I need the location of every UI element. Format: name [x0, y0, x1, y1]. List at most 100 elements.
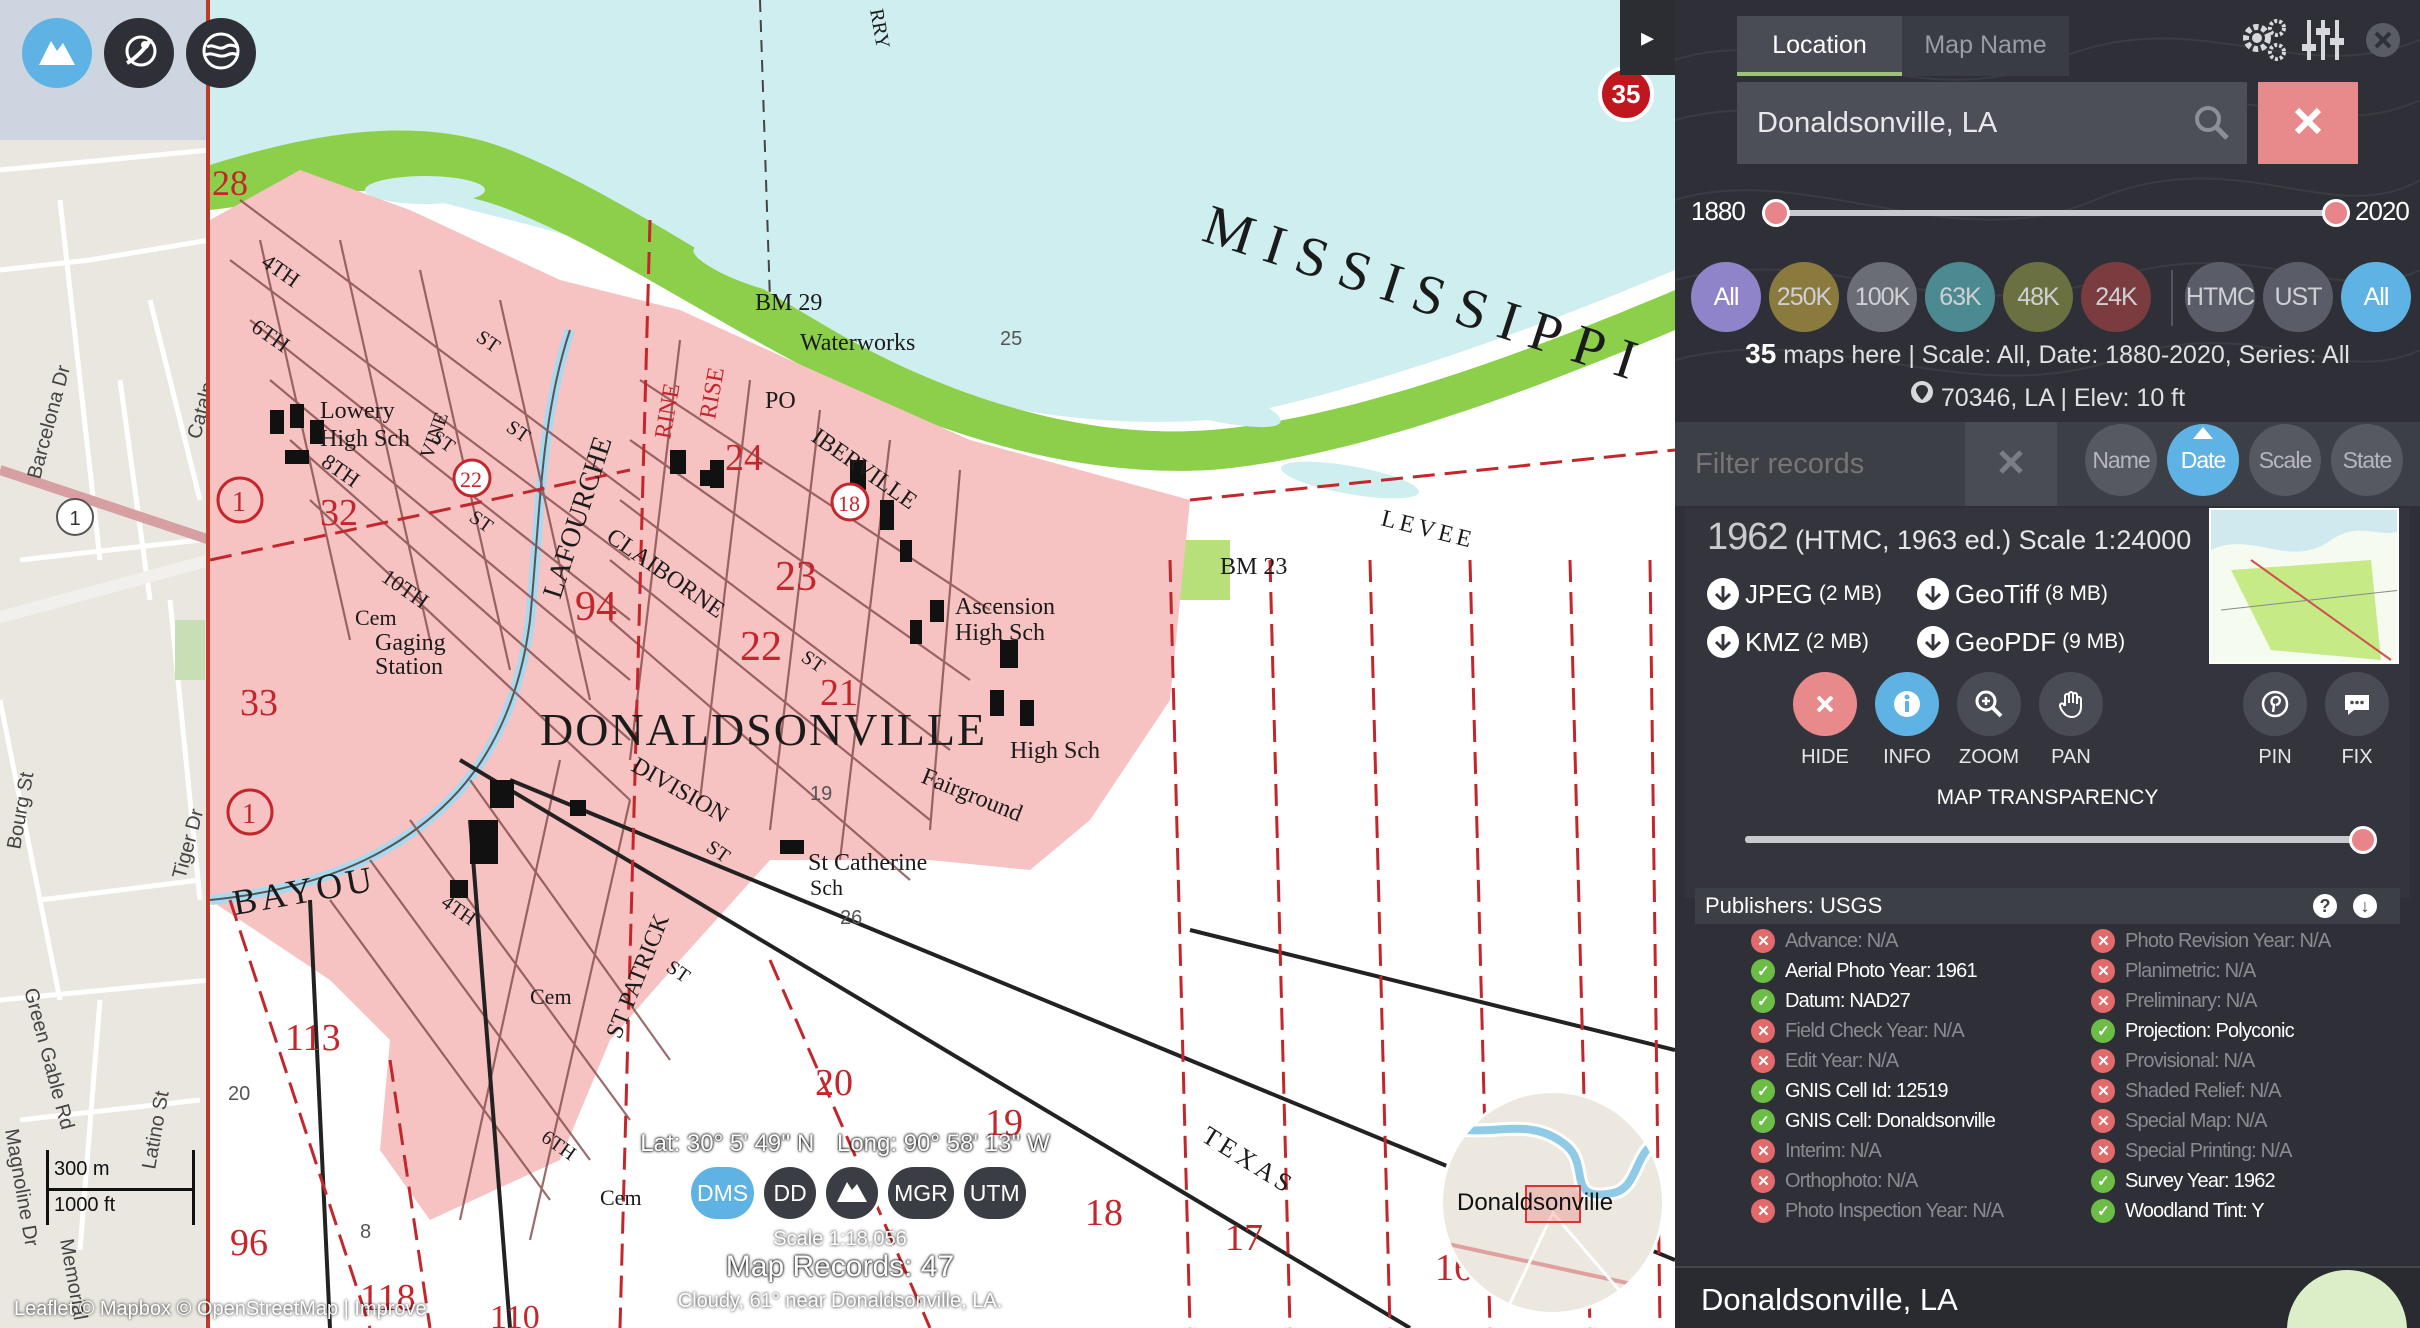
transparency-handle[interactable]	[2349, 826, 2377, 854]
record-year: 1962	[1707, 516, 1789, 558]
pan-button[interactable]: PAN	[2039, 672, 2103, 769]
overview-minimap[interactable]: Donaldsonville	[1440, 1090, 1665, 1315]
metadata-row: ✕ Photo Revision Year: N/A	[2091, 926, 2331, 956]
cross-icon: ✕	[2091, 929, 2115, 953]
weather-readout: Cloudy, 61° near Donaldsonville, LA.	[677, 1290, 1003, 1312]
dms-button[interactable]: DMS	[688, 1164, 758, 1222]
road-label: Catalpa	[184, 368, 210, 441]
clear-filter-button[interactable]	[1965, 422, 2057, 506]
metadata-row: ✕ Orthophoto: N/A	[1751, 1166, 2003, 1196]
metadata-text: Special Map: N/A	[2125, 1109, 2268, 1132]
download-icon	[1917, 578, 1949, 610]
sort-ascending-icon	[2193, 427, 2213, 439]
section-number: 28	[212, 163, 248, 203]
settings-button[interactable]	[2237, 14, 2289, 66]
filter-records-input[interactable]	[1695, 422, 1960, 506]
cross-icon: ✕	[2091, 1079, 2115, 1103]
download-kmz[interactable]: KMZ (2 MB)	[1707, 626, 1869, 658]
dd-button[interactable]: DD	[761, 1164, 820, 1222]
map-attribution[interactable]: Leaflet © Mapbox © OpenStreetMap | Impro…	[14, 1298, 427, 1321]
metadata-text: Field Check Year: N/A	[1785, 1019, 1965, 1042]
scale-filter-all[interactable]: All	[1691, 262, 1761, 332]
clear-search-button[interactable]	[2258, 82, 2358, 164]
scale-filter-100k[interactable]: 100K	[1847, 262, 1917, 332]
map-label: Station	[375, 654, 443, 680]
fix-button[interactable]: FIX	[2325, 672, 2389, 769]
metadata-row: ✕ Special Map: N/A	[2091, 1106, 2330, 1136]
filters-button[interactable]	[2297, 14, 2349, 66]
topo-layer-button[interactable]	[22, 18, 92, 88]
sort-by-state[interactable]: State	[2331, 424, 2403, 496]
download-size: (2 MB)	[1818, 582, 1882, 605]
download-geotiff[interactable]: GeoTiff (8 MB)	[1917, 578, 2108, 610]
scale-filter-250k[interactable]: 250K	[1769, 262, 1839, 332]
satellite-layer-button[interactable]	[104, 18, 174, 88]
location-search-input[interactable]	[1757, 82, 2177, 164]
download-geopdf[interactable]: GeoPDF (9 MB)	[1917, 626, 2125, 658]
utm-button[interactable]: UTM	[960, 1164, 1029, 1222]
help-icon[interactable]: ?	[2313, 894, 2337, 918]
metadata-text: Aerial Photo Year: 1961	[1785, 959, 1978, 982]
mountain-icon	[35, 29, 79, 78]
road-label: Barcelona Dr	[24, 363, 76, 482]
close-panel-button[interactable]	[2357, 14, 2409, 66]
download-jpeg[interactable]: JPEG (2 MB)	[1707, 578, 1882, 610]
tab-location[interactable]: Location	[1737, 16, 1902, 76]
metadata-row: ✕ Interim: N/A	[1751, 1136, 2003, 1166]
section-number: 21	[820, 672, 858, 714]
year-max-handle[interactable]	[2322, 199, 2350, 227]
metadata-text: Advance: N/A	[1785, 929, 1898, 952]
info-button[interactable]: INFO	[1875, 672, 1939, 769]
tab-map-name[interactable]: Map Name	[1902, 16, 2069, 76]
water-layer-button[interactable]	[186, 18, 256, 88]
metadata-row: ✓ Projection: Polyconic	[2091, 1016, 2330, 1046]
record-title: 1962 (HTMC, 1963 ed.) Scale 1:24000	[1707, 516, 2191, 559]
mountain-icon	[835, 1176, 869, 1210]
scale-filter-63k[interactable]: 63K	[1925, 262, 1995, 332]
metadata-row: ✕ Preliminary: N/A	[2091, 986, 2330, 1016]
mgrs-button[interactable]: MGR	[885, 1164, 957, 1222]
pin-button[interactable]: PIN	[2243, 672, 2307, 769]
zoom-label: ZOOM	[1959, 746, 2019, 768]
next-record[interactable]: Donaldsonville, LA	[1675, 1266, 2420, 1328]
gear-icon	[2237, 19, 2289, 70]
hand-icon	[2039, 672, 2103, 736]
street-map-pane[interactable]: 1 Barcelona Dr Catalpa Bourg St Tiger Dr…	[0, 0, 210, 1328]
year-min-handle[interactable]	[1762, 199, 1790, 227]
info-label: INFO	[1883, 746, 1931, 768]
metadata-row: ✕ Edit Year: N/A	[1751, 1046, 2003, 1076]
download-label: KMZ	[1745, 626, 1800, 657]
collapse-panel-button[interactable]: ▸	[1620, 0, 1675, 75]
close-icon	[1793, 672, 1857, 736]
download-icon	[1917, 626, 1949, 658]
map-label: Cem	[600, 1185, 642, 1210]
map-label: Gaging	[375, 630, 446, 656]
series-filter-ust[interactable]: UST	[2263, 262, 2333, 332]
section-number: 33	[240, 682, 278, 724]
series-filter-all[interactable]: All	[2341, 262, 2411, 332]
section-number: 18	[1085, 1192, 1123, 1234]
sort-by-scale[interactable]: Scale	[2249, 424, 2321, 496]
search-icon[interactable]	[2193, 104, 2231, 147]
metadata-row: ✕ Photo Inspection Year: N/A	[1751, 1196, 2004, 1226]
scale-bar-metric: 300 m	[54, 1158, 110, 1180]
scale-filter-24k[interactable]: 24K	[2081, 262, 2151, 332]
download-icon[interactable]: ↓	[2353, 894, 2377, 918]
metadata-text: Datum: NAD27	[1785, 989, 1911, 1012]
series-filter-htmc[interactable]: HTMC	[2185, 262, 2255, 332]
map-label: TEXAS	[1197, 1120, 1300, 1200]
elevation-button[interactable]	[823, 1164, 882, 1222]
map-label: Ascension	[955, 594, 1055, 620]
record-thumbnail[interactable]	[2209, 508, 2399, 664]
zoom-button[interactable]: ZOOM	[1957, 672, 2021, 769]
location-elevation: 70346, LA | Elev: 10 ft	[1940, 384, 2186, 412]
app-root: 1 Barcelona Dr Catalpa Bourg St Tiger Dr…	[0, 0, 2420, 1328]
sort-by-name[interactable]: Name	[2085, 424, 2157, 496]
map-label: Lowery	[320, 398, 395, 424]
scale-filter-48k[interactable]: 48K	[2003, 262, 2073, 332]
hide-button[interactable]: HIDE	[1793, 672, 1857, 769]
metadata-right-column: ✕ Photo Revision Year: N/A ✕ Planimetric: N…	[2091, 926, 2331, 1226]
metadata-text: Photo Revision Year: N/A	[2125, 929, 2331, 952]
year-range-slider[interactable]	[1765, 210, 2337, 216]
transparency-slider[interactable]	[1745, 836, 2365, 843]
